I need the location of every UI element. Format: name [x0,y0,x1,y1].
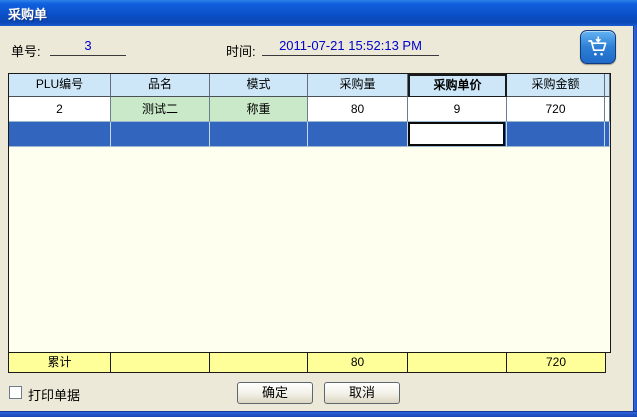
title-bar: 采购单 [0,0,637,26]
cell-amount-empty[interactable] [507,122,605,147]
column-header-qty: 采购量 [308,74,408,97]
table-header-row: PLU编号 品名 模式 采购量 采购单价 采购金额 [9,74,610,97]
totals-mode-empty [210,353,308,372]
column-header-plu: PLU编号 [9,74,111,97]
window-border-bottom [0,411,637,417]
column-header-mode: 模式 [210,74,308,97]
cell-mode[interactable]: 称重 [210,97,308,122]
cell-plu[interactable]: 2 [9,97,111,122]
cell-plu-empty[interactable] [9,122,111,147]
cell-qty-empty[interactable] [308,122,408,147]
cancel-button[interactable]: 取消 [324,382,400,404]
totals-name-empty [111,353,210,372]
cell-filler [605,97,610,122]
ok-button[interactable]: 确定 [237,382,313,404]
cell-price[interactable]: 9 [408,97,507,122]
table-row[interactable]: 2 测试二 称重 80 9 720 [9,97,610,122]
window-border-right [633,0,637,417]
cell-qty[interactable]: 80 [308,97,408,122]
column-header-filler [605,74,610,97]
cell-price-editing[interactable] [408,122,507,147]
purchase-table: PLU编号 品名 模式 采购量 采购单价 采购金额 2 测试二 称重 80 9 … [8,73,611,353]
totals-amount: 720 [507,353,605,372]
print-receipt-label: 打印单据 [28,385,80,404]
totals-label: 累计 [9,353,111,372]
window-title: 采购单 [8,4,47,23]
cell-name-empty[interactable] [111,122,210,147]
column-header-name: 品名 [111,74,210,97]
cell-name[interactable]: 测试二 [111,97,210,122]
print-receipt-checkbox[interactable] [9,386,22,399]
column-header-amount: 采购金额 [507,74,605,97]
column-header-price: 采购单价 [408,74,507,97]
totals-row: 累计 80 720 [8,352,606,373]
selected-empty-row[interactable] [9,122,610,147]
cart-button[interactable] [580,30,616,64]
totals-price-empty [408,353,507,372]
cell-filler-empty [605,122,610,147]
cell-mode-empty[interactable] [210,122,308,147]
price-edit-input[interactable] [408,122,505,146]
order-no-label: 单号: [11,41,41,60]
cart-icon [586,35,610,59]
order-no-value: 3 [50,38,126,56]
time-label: 时间: [226,41,256,60]
cell-amount[interactable]: 720 [507,97,605,122]
purchase-order-dialog: 采购单 ✕ 单号: 3 时间: 2011-07-21 15:52:13 PM P… [0,0,637,417]
totals-qty: 80 [308,353,408,372]
time-value: 2011-07-21 15:52:13 PM [262,38,439,56]
